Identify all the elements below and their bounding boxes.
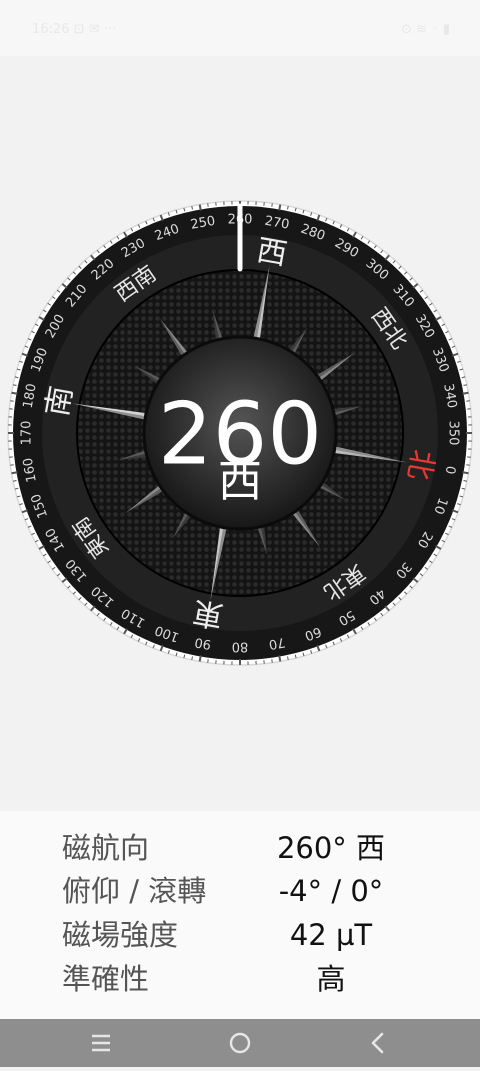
home-button[interactable] xyxy=(210,1019,270,1067)
degree-label-70: 70 xyxy=(268,634,287,652)
tick-mark xyxy=(192,657,193,660)
compass-area: 0102030405060708090100110120130140150160… xyxy=(0,56,480,811)
heading-value: 260° 西 xyxy=(240,826,422,870)
status-time: 16:26 ⊡ ✉ ··· xyxy=(32,22,116,37)
tick-mark xyxy=(200,656,201,662)
degree-label-170: 170 xyxy=(20,421,35,446)
clock: 16:26 xyxy=(32,22,69,37)
tilt-label: 俯仰 / 滾轉 xyxy=(62,869,206,913)
accuracy-label: 準確性 xyxy=(62,957,149,1001)
field-strength-label: 磁場強度 xyxy=(62,913,178,957)
tick-mark xyxy=(279,656,280,662)
notification-icons: ⊡ ✉ ··· xyxy=(74,22,116,37)
cardinal-label-180: 南 xyxy=(40,383,80,419)
tick-mark xyxy=(12,472,18,473)
heading-label: 磁航向 xyxy=(62,826,149,870)
status-bar: 16:26 ⊡ ✉ ··· ⊙ ≋ ◦ ▮ xyxy=(0,0,480,56)
tick-mark xyxy=(463,393,469,394)
navigation-bar xyxy=(0,1019,480,1067)
accuracy-value: 高 xyxy=(240,957,422,1001)
tick-mark xyxy=(464,481,467,482)
degree-label-90: 90 xyxy=(194,634,213,652)
tick-mark xyxy=(200,205,201,211)
info-row-heading: 磁航向 260° 西 xyxy=(0,826,480,870)
tilt-value: -4° / 0° xyxy=(240,869,422,913)
cardinal-label-270: 西 xyxy=(254,233,290,273)
recent-apps-button[interactable] xyxy=(71,1019,131,1067)
tick-mark xyxy=(192,206,193,209)
cardinal-label-90: 東 xyxy=(190,593,226,633)
tick-mark xyxy=(13,385,16,386)
back-button[interactable] xyxy=(347,1019,407,1067)
compass-dial: 0102030405060708090100110120130140150160… xyxy=(0,56,480,811)
tick-mark xyxy=(12,393,18,394)
degree-label-80: 80 xyxy=(232,639,249,654)
sensor-info-panel: 磁航向 260° 西 俯仰 / 滾轉 -4° / 0° 磁場強度 42 µT 準… xyxy=(0,811,480,1019)
info-row-accuracy: 準確性 高 xyxy=(0,957,480,1001)
status-icons: ⊙ ≋ ◦ ▮ xyxy=(401,22,450,37)
chevron-left-icon xyxy=(347,1019,407,1067)
cardinal-label-0: 北 xyxy=(400,447,440,483)
tick-mark xyxy=(13,481,16,482)
home-circle-icon xyxy=(210,1019,270,1067)
menu-icon xyxy=(71,1019,131,1067)
field-strength-value: 42 µT xyxy=(240,913,422,957)
tick-mark xyxy=(288,206,289,209)
tick-mark xyxy=(463,472,469,473)
tick-mark xyxy=(288,657,289,660)
degree-label-350: 350 xyxy=(446,421,461,446)
tick-mark xyxy=(279,205,280,211)
info-row-tilt: 俯仰 / 滾轉 -4° / 0° xyxy=(0,869,480,913)
heading-direction: 西 xyxy=(218,456,262,507)
tick-mark xyxy=(464,385,467,386)
info-row-field: 磁場強度 42 µT xyxy=(0,913,480,957)
